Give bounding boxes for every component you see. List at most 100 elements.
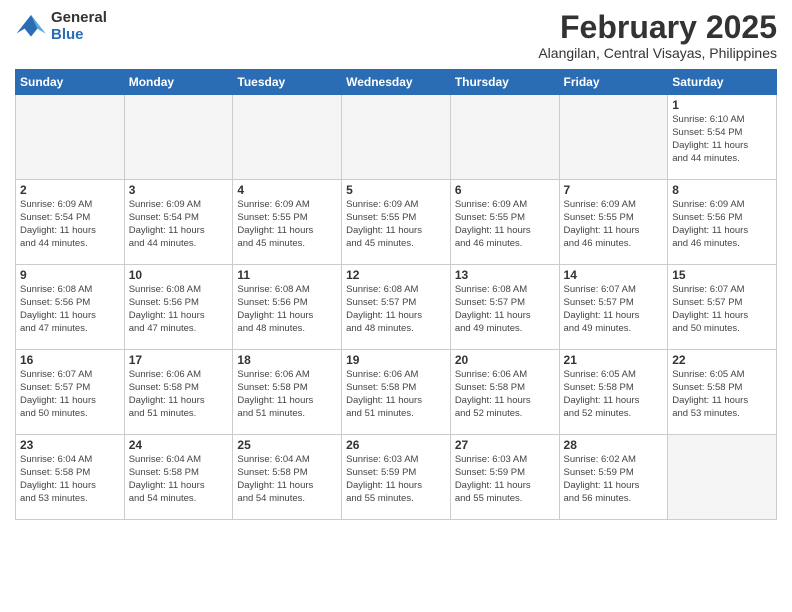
day-cell: 27 Sunrise: 6:03 AM Sunset: 5:59 PM Dayli… xyxy=(450,435,559,520)
logo: General Blue xyxy=(15,10,107,43)
day-number: 16 xyxy=(20,353,120,367)
day-cell: 26 Sunrise: 6:03 AM Sunset: 5:59 PM Dayli… xyxy=(342,435,451,520)
day-info: Sunrise: 6:09 AM Sunset: 5:56 PM Dayligh… xyxy=(672,199,772,250)
calendar-table: SundayMondayTuesdayWednesdayThursdayFrid… xyxy=(15,69,777,520)
day-cell: 10 Sunrise: 6:08 AM Sunset: 5:56 PM Dayli… xyxy=(124,265,233,350)
day-number: 13 xyxy=(455,268,555,282)
day-number: 25 xyxy=(237,438,337,452)
day-info: Sunrise: 6:02 AM Sunset: 5:59 PM Dayligh… xyxy=(564,454,664,505)
day-number: 1 xyxy=(672,98,772,112)
calendar-header-sunday: Sunday xyxy=(16,70,125,95)
week-row-3: 16 Sunrise: 6:07 AM Sunset: 5:57 PM Dayli… xyxy=(16,350,777,435)
day-number: 27 xyxy=(455,438,555,452)
day-cell: 28 Sunrise: 6:02 AM Sunset: 5:59 PM Dayli… xyxy=(559,435,668,520)
day-cell: 2 Sunrise: 6:09 AM Sunset: 5:54 PM Daylig… xyxy=(16,180,125,265)
day-cell xyxy=(450,95,559,180)
day-cell xyxy=(342,95,451,180)
day-number: 18 xyxy=(237,353,337,367)
day-number: 8 xyxy=(672,183,772,197)
calendar-header-thursday: Thursday xyxy=(450,70,559,95)
day-info: Sunrise: 6:08 AM Sunset: 5:56 PM Dayligh… xyxy=(237,284,337,335)
day-info: Sunrise: 6:09 AM Sunset: 5:55 PM Dayligh… xyxy=(237,199,337,250)
day-cell: 15 Sunrise: 6:07 AM Sunset: 5:57 PM Dayli… xyxy=(668,265,777,350)
day-cell: 12Sunrise: 6:08 AM Sunset: 5:57 PM Dayli… xyxy=(342,265,451,350)
day-info: Sunrise: 6:04 AM Sunset: 5:58 PM Dayligh… xyxy=(129,454,229,505)
day-info: Sunrise: 6:05 AM Sunset: 5:58 PM Dayligh… xyxy=(672,369,772,420)
day-number: 7 xyxy=(564,183,664,197)
day-info: Sunrise: 6:08 AM Sunset: 5:56 PM Dayligh… xyxy=(20,284,120,335)
day-number: 4 xyxy=(237,183,337,197)
day-number: 19 xyxy=(346,353,446,367)
day-cell: 9 Sunrise: 6:08 AM Sunset: 5:56 PM Daylig… xyxy=(16,265,125,350)
day-number: 28 xyxy=(564,438,664,452)
day-info: Sunrise: 6:10 AM Sunset: 5:54 PM Dayligh… xyxy=(672,114,772,165)
day-cell: 17 Sunrise: 6:06 AM Sunset: 5:58 PM Dayli… xyxy=(124,350,233,435)
day-info: Sunrise: 6:09 AM Sunset: 5:54 PM Dayligh… xyxy=(129,199,229,250)
day-cell: 14 Sunrise: 6:07 AM Sunset: 5:57 PM Dayli… xyxy=(559,265,668,350)
month-title: February 2025 xyxy=(538,10,777,45)
day-number: 26 xyxy=(346,438,446,452)
day-number: 14 xyxy=(564,268,664,282)
day-number: 2 xyxy=(20,183,120,197)
day-info: Sunrise: 6:09 AM Sunset: 5:55 PM Dayligh… xyxy=(455,199,555,250)
day-cell: 3 Sunrise: 6:09 AM Sunset: 5:54 PM Daylig… xyxy=(124,180,233,265)
day-number: 15 xyxy=(672,268,772,282)
day-cell xyxy=(559,95,668,180)
day-cell: 21Sunrise: 6:05 AM Sunset: 5:58 PM Dayli… xyxy=(559,350,668,435)
day-cell: 25 Sunrise: 6:04 AM Sunset: 5:58 PM Dayli… xyxy=(233,435,342,520)
header: General Blue February 2025 Alangilan, Ce… xyxy=(15,10,777,61)
day-cell xyxy=(16,95,125,180)
day-info: Sunrise: 6:06 AM Sunset: 5:58 PM Dayligh… xyxy=(237,369,337,420)
day-info: Sunrise: 6:08 AM Sunset: 5:56 PM Dayligh… xyxy=(129,284,229,335)
day-info: Sunrise: 6:08 AM Sunset: 5:57 PM Dayligh… xyxy=(455,284,555,335)
day-number: 24 xyxy=(129,438,229,452)
day-info: Sunrise: 6:06 AM Sunset: 5:58 PM Dayligh… xyxy=(346,369,446,420)
day-cell xyxy=(124,95,233,180)
day-info: Sunrise: 6:06 AM Sunset: 5:58 PM Dayligh… xyxy=(455,369,555,420)
day-info: Sunrise: 6:06 AM Sunset: 5:58 PM Dayligh… xyxy=(129,369,229,420)
calendar-header-friday: Friday xyxy=(559,70,668,95)
logo-general-text: General xyxy=(51,10,107,27)
day-cell: 8 Sunrise: 6:09 AM Sunset: 5:56 PM Daylig… xyxy=(668,180,777,265)
day-number: 3 xyxy=(129,183,229,197)
day-info: Sunrise: 6:03 AM Sunset: 5:59 PM Dayligh… xyxy=(346,454,446,505)
calendar-header-tuesday: Tuesday xyxy=(233,70,342,95)
day-info: Sunrise: 6:09 AM Sunset: 5:54 PM Dayligh… xyxy=(20,199,120,250)
day-number: 6 xyxy=(455,183,555,197)
day-cell: 18 Sunrise: 6:06 AM Sunset: 5:58 PM Dayli… xyxy=(233,350,342,435)
day-cell: 16 Sunrise: 6:07 AM Sunset: 5:57 PM Dayli… xyxy=(16,350,125,435)
day-number: 11 xyxy=(237,268,337,282)
week-row-4: 23Sunrise: 6:04 AM Sunset: 5:58 PM Dayli… xyxy=(16,435,777,520)
day-info: Sunrise: 6:05 AM Sunset: 5:58 PM Dayligh… xyxy=(564,369,664,420)
day-number: 10 xyxy=(129,268,229,282)
day-number: 5 xyxy=(346,183,446,197)
day-cell xyxy=(668,435,777,520)
day-info: Sunrise: 6:07 AM Sunset: 5:57 PM Dayligh… xyxy=(564,284,664,335)
day-info: Sunrise: 6:09 AM Sunset: 5:55 PM Dayligh… xyxy=(346,199,446,250)
day-info: Sunrise: 6:07 AM Sunset: 5:57 PM Dayligh… xyxy=(672,284,772,335)
day-cell: 7 Sunrise: 6:09 AM Sunset: 5:55 PM Daylig… xyxy=(559,180,668,265)
day-cell: 20 Sunrise: 6:06 AM Sunset: 5:58 PM Dayli… xyxy=(450,350,559,435)
location: Alangilan, Central Visayas, Philippines xyxy=(538,45,777,61)
day-info: Sunrise: 6:04 AM Sunset: 5:58 PM Dayligh… xyxy=(20,454,120,505)
day-cell: 11 Sunrise: 6:08 AM Sunset: 5:56 PM Dayli… xyxy=(233,265,342,350)
title-block: February 2025 Alangilan, Central Visayas… xyxy=(538,10,777,61)
day-number: 12 xyxy=(346,268,446,282)
day-cell: 6 Sunrise: 6:09 AM Sunset: 5:55 PM Daylig… xyxy=(450,180,559,265)
day-info: Sunrise: 6:04 AM Sunset: 5:58 PM Dayligh… xyxy=(237,454,337,505)
day-cell: 23Sunrise: 6:04 AM Sunset: 5:58 PM Dayli… xyxy=(16,435,125,520)
day-number: 17 xyxy=(129,353,229,367)
day-info: Sunrise: 6:03 AM Sunset: 5:59 PM Dayligh… xyxy=(455,454,555,505)
day-number: 9 xyxy=(20,268,120,282)
day-info: Sunrise: 6:09 AM Sunset: 5:55 PM Dayligh… xyxy=(564,199,664,250)
week-row-0: 1 Sunrise: 6:10 AM Sunset: 5:54 PM Daylig… xyxy=(16,95,777,180)
week-row-2: 9 Sunrise: 6:08 AM Sunset: 5:56 PM Daylig… xyxy=(16,265,777,350)
day-cell: 24 Sunrise: 6:04 AM Sunset: 5:58 PM Dayli… xyxy=(124,435,233,520)
day-info: Sunrise: 6:07 AM Sunset: 5:57 PM Dayligh… xyxy=(20,369,120,420)
day-cell xyxy=(233,95,342,180)
day-cell: 13 Sunrise: 6:08 AM Sunset: 5:57 PM Dayli… xyxy=(450,265,559,350)
day-cell: 1 Sunrise: 6:10 AM Sunset: 5:54 PM Daylig… xyxy=(668,95,777,180)
day-number: 22 xyxy=(672,353,772,367)
week-row-1: 2 Sunrise: 6:09 AM Sunset: 5:54 PM Daylig… xyxy=(16,180,777,265)
day-number: 20 xyxy=(455,353,555,367)
